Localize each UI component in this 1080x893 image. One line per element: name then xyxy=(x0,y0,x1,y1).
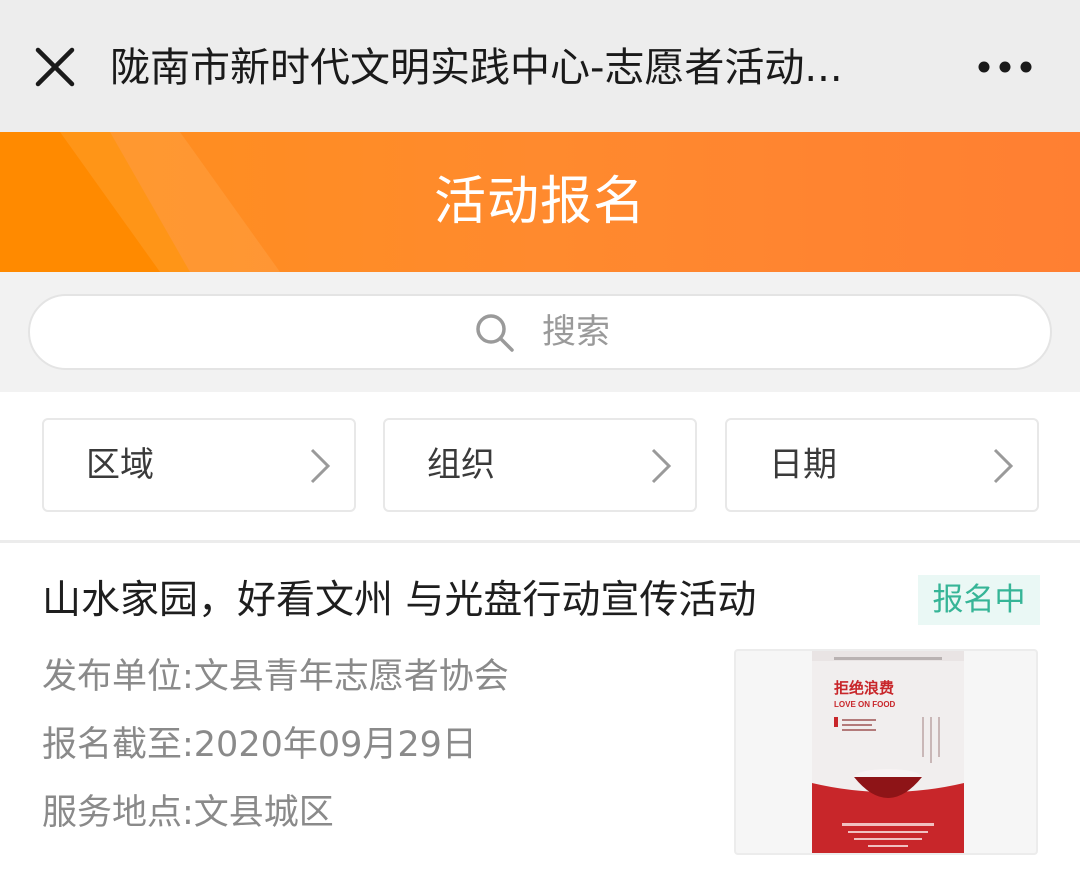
search-icon xyxy=(476,314,514,352)
search-input[interactable]: 搜索 xyxy=(28,294,1052,370)
filter-bar: 区域 组织 日期 xyxy=(0,392,1080,540)
poster-subline: LOVE ON FOOD xyxy=(834,700,896,709)
filter-region[interactable]: 区域 xyxy=(42,418,356,512)
top-navbar: 陇南市新时代文明实践中心-志愿者活动... xyxy=(0,0,1080,132)
poster-image: 拒绝浪费 LOVE ON FOOD xyxy=(812,651,964,853)
activity-location: 服务地点:文县城区 xyxy=(42,793,334,833)
search-placeholder: 搜索 xyxy=(542,312,610,352)
filter-organization[interactable]: 组织 xyxy=(383,418,697,512)
activity-thumbnail: 拒绝浪费 LOVE ON FOOD xyxy=(734,649,1038,855)
poster-headline: 拒绝浪费 xyxy=(834,679,894,697)
chevron-right-icon xyxy=(651,448,672,484)
search-area: 搜索 xyxy=(0,272,1080,392)
close-icon[interactable] xyxy=(26,38,84,96)
header-banner: 活动报名 xyxy=(0,132,1080,272)
banner-title: 活动报名 xyxy=(433,172,646,232)
chevron-right-icon xyxy=(310,448,331,484)
chevron-right-icon xyxy=(993,448,1014,484)
filter-date[interactable]: 日期 xyxy=(725,418,1039,512)
filter-date-label: 日期 xyxy=(769,445,837,485)
status-badge: 报名中 xyxy=(918,575,1040,625)
activity-card[interactable]: 山水家园，好看文州 与光盘行动宣传活动 报名中 发布单位:文县青年志愿者协会 报… xyxy=(0,543,1080,893)
filter-region-label: 区域 xyxy=(86,445,154,485)
activity-title: 山水家园，好看文州 与光盘行动宣传活动 xyxy=(42,578,757,623)
page-title: 陇南市新时代文明实践中心-志愿者活动... xyxy=(110,45,843,91)
activity-publisher: 发布单位:文县青年志愿者协会 xyxy=(42,657,509,697)
more-icon[interactable] xyxy=(970,44,1040,90)
filter-organization-label: 组织 xyxy=(427,445,495,485)
activity-deadline: 报名截至:2020年09月29日 xyxy=(42,725,477,765)
